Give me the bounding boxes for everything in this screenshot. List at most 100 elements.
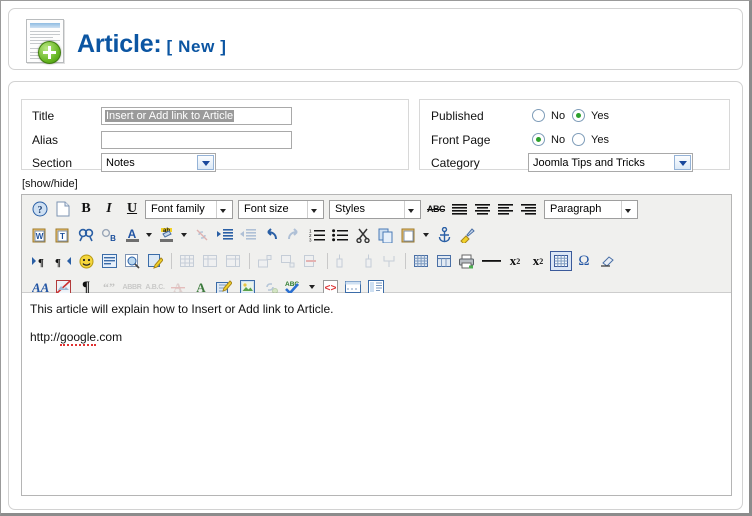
eraser-icon[interactable] [596, 251, 618, 271]
page-header-panel: Article:[ New ] [8, 8, 743, 70]
chevron-down-icon[interactable] [144, 225, 154, 245]
show-hide-toggle[interactable]: [show/hide] [22, 178, 78, 190]
cut-icon[interactable] [352, 225, 374, 245]
horizontal-rule-icon[interactable] [479, 251, 503, 271]
numbered-list-icon[interactable]: 123 [306, 225, 328, 245]
insert-media-icon[interactable] [98, 251, 120, 271]
paste-from-word-icon[interactable]: W [29, 225, 51, 245]
chevron-down-icon[interactable] [179, 225, 189, 245]
editor-content-area[interactable]: This article will explain how to Insert … [22, 293, 731, 495]
bullet-list-icon[interactable] [329, 225, 351, 245]
styles-select[interactable]: Styles [329, 199, 421, 219]
title-input-value: Insert or Add link to Article [105, 110, 235, 122]
svg-text:B: B [110, 234, 116, 242]
anchor-icon[interactable] [433, 225, 455, 245]
find-icon[interactable] [75, 225, 97, 245]
redo-icon[interactable] [283, 225, 305, 245]
preview-icon[interactable] [121, 251, 143, 271]
italic-icon[interactable]: I [98, 199, 120, 219]
align-center-icon[interactable] [471, 199, 493, 219]
published-radio-no-label: No [551, 110, 566, 122]
published-radio-no[interactable] [532, 109, 545, 122]
chevron-down-icon[interactable] [421, 225, 431, 245]
chevron-down-icon[interactable] [197, 155, 214, 170]
svg-text:W: W [36, 232, 44, 241]
superscript-icon[interactable]: x2 [527, 251, 549, 271]
bold-icon[interactable]: B [75, 199, 97, 219]
editor-toolbars: ? B I U Font family Font size Styles ABC [22, 195, 731, 295]
published-radio-yes[interactable] [572, 109, 585, 122]
table-row-properties-icon[interactable] [433, 251, 455, 271]
edit-html-icon[interactable] [144, 251, 166, 271]
editor-toolbar-row-1: ? B I U Font family Font size Styles ABC [22, 196, 731, 222]
svg-text:¶: ¶ [55, 257, 61, 268]
svg-text:¶: ¶ [38, 257, 44, 268]
undo-icon[interactable] [260, 225, 282, 245]
text-color-icon[interactable]: A [121, 225, 143, 245]
page-title: Article:[ New ] [77, 30, 226, 59]
insert-table-icon[interactable] [176, 251, 198, 271]
front-page-radio-yes[interactable] [572, 133, 585, 146]
background-color-icon[interactable]: ab [156, 225, 178, 245]
insert-table-active-icon[interactable] [550, 251, 572, 271]
outdent-icon[interactable] [237, 225, 259, 245]
svg-text:3: 3 [309, 237, 312, 242]
front-page-radio-no[interactable] [532, 133, 545, 146]
section-select[interactable]: Notes [101, 153, 216, 172]
table-properties-icon[interactable] [199, 251, 221, 271]
front-page-radio-yes-label: Yes [591, 134, 609, 146]
paragraph-format-select[interactable]: Paragraph [544, 199, 638, 219]
special-character-icon[interactable]: Ω [573, 251, 595, 271]
align-right-icon[interactable] [517, 199, 539, 219]
print-icon[interactable] [456, 251, 478, 271]
styles-select-value: Styles [335, 203, 365, 215]
insert-row-before-icon[interactable] [254, 251, 276, 271]
field-row-category: Category Joomla Tips and Tricks [420, 153, 729, 177]
new-article-icon [22, 17, 69, 64]
ltr-icon[interactable]: ¶ [29, 251, 51, 271]
insert-column-after-icon[interactable] [355, 251, 377, 271]
paragraph-format-value: Paragraph [550, 203, 602, 215]
new-document-icon[interactable] [52, 199, 74, 219]
rtl-icon[interactable]: ¶ [52, 251, 74, 271]
delete-table-icon[interactable] [222, 251, 244, 271]
font-size-select[interactable]: Font size [238, 199, 324, 219]
alias-input[interactable] [101, 131, 292, 149]
editor-toolbar-row-3: ¶ ¶ x 2 x 2 Ω [22, 248, 731, 274]
cleanup-icon[interactable] [456, 225, 478, 245]
strikethrough-icon[interactable]: ABC [425, 199, 447, 219]
font-family-select[interactable]: Font family [145, 199, 233, 219]
application-window: Article:[ New ] Title Insert or Add link… [0, 0, 752, 516]
subscript-icon[interactable]: x2 [504, 251, 526, 271]
emoticon-icon[interactable] [75, 251, 97, 271]
alias-label: Alias [32, 133, 59, 147]
field-row-title: Title Insert or Add link to Article [22, 105, 408, 129]
insert-row-after-icon[interactable] [277, 251, 299, 271]
field-row-alias: Alias [22, 129, 408, 153]
url-prefix: http:// [30, 329, 61, 344]
paste-as-text-icon[interactable]: T [52, 225, 74, 245]
svg-text:?: ? [38, 205, 43, 216]
content-line-1: This article will explain how to Insert … [30, 302, 334, 316]
article-edit-panel: Title Insert or Add link to Article Alia… [8, 81, 743, 510]
align-left-icon[interactable] [494, 199, 516, 219]
font-family-select-value: Font family [151, 203, 205, 215]
section-label: Section [32, 156, 73, 170]
unlink-icon[interactable] [191, 225, 213, 245]
copy-icon[interactable] [375, 225, 397, 245]
category-select[interactable]: Joomla Tips and Tricks [528, 153, 693, 172]
align-justify-icon[interactable] [448, 199, 470, 219]
find-replace-icon[interactable]: B [98, 225, 120, 245]
delete-row-icon[interactable] [300, 251, 322, 271]
chevron-down-icon[interactable] [674, 155, 691, 170]
underline-icon[interactable]: U [121, 199, 143, 219]
insert-column-before-icon[interactable] [332, 251, 354, 271]
table-grid-icon[interactable] [410, 251, 432, 271]
paste-icon[interactable] [398, 225, 420, 245]
field-row-section: Section Notes [22, 153, 408, 177]
title-input[interactable]: Insert or Add link to Article [101, 107, 292, 125]
title-label: Title [32, 109, 55, 123]
help-icon[interactable]: ? [29, 199, 51, 219]
indent-icon[interactable] [214, 225, 236, 245]
merge-cells-icon[interactable] [378, 251, 400, 271]
